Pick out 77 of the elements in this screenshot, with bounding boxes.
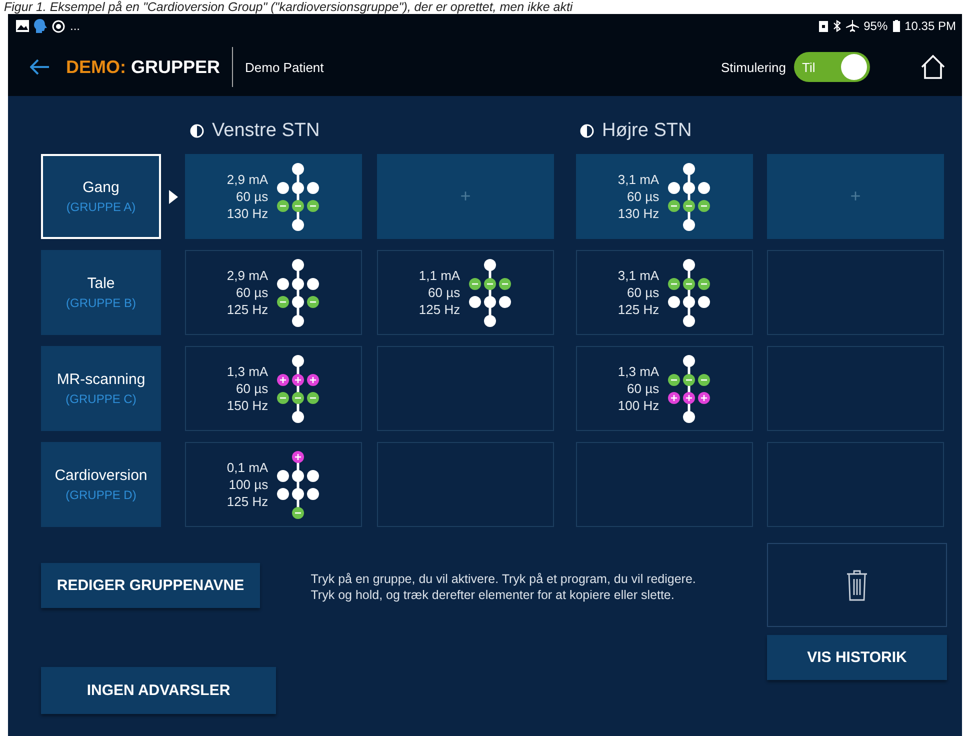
- trash-icon: [846, 569, 868, 601]
- pulse-width-text: 60 µs: [627, 189, 660, 204]
- amplitude-text: 3,1 mA: [618, 172, 660, 187]
- amplitude-text: 0,1 mA: [226, 460, 268, 475]
- screen-title: GRUPPER: [131, 56, 220, 78]
- program-tile[interactable]: 2,9 mA 60 µs 130 Hz: [185, 154, 362, 239]
- empty-program-slot[interactable]: [767, 442, 944, 527]
- rate-text: 130 Hz: [226, 206, 268, 221]
- empty-program-slot[interactable]: [767, 346, 944, 431]
- figure-caption: Figur 1. Eksempel på en "Cardioversion Group" ("kardioversionsgruppe"), der er oprettet, men ikke akti: [3, 0, 574, 14]
- electrode-lead-drawing: [667, 354, 712, 424]
- pulse-width-text: 60 µs: [627, 285, 660, 300]
- program-tile[interactable]: 3,1 mA 60 µs 125 Hz: [576, 250, 753, 335]
- home-icon[interactable]: [920, 54, 946, 80]
- no-warnings-button[interactable]: INGEN ADVARSLER: [41, 667, 276, 714]
- pulse-width-text: 60 µs: [236, 285, 268, 300]
- amplitude-text: 1,3 mA: [226, 364, 268, 379]
- electrode-lead-drawing: [667, 162, 712, 232]
- electrode-lead-drawing: [468, 258, 512, 328]
- rate-text: 125 Hz: [418, 302, 460, 317]
- demo-label: DEMO:: [66, 56, 126, 78]
- group-button[interactable]: Tale (GRUPPE B): [41, 250, 161, 335]
- empty-program-slot[interactable]: [377, 346, 554, 431]
- rename-groups-button[interactable]: REDIGER GRUPPENAVNE: [41, 563, 260, 608]
- program-tile[interactable]: 0,1 mA 100 µs 125 Hz: [185, 442, 362, 527]
- pulse-width-text: 60 µs: [428, 285, 460, 300]
- clock-text: 10.35 PM: [904, 19, 956, 33]
- bluetooth-icon: [832, 20, 841, 32]
- pulse-width-text: 60 µs: [236, 381, 268, 396]
- empty-program-slot[interactable]: [576, 442, 753, 527]
- show-history-button[interactable]: VIS HISTORIK: [767, 635, 947, 680]
- battery-percent-text: 95%: [864, 19, 888, 33]
- amplitude-text: 3,1 mA: [618, 268, 660, 283]
- side-title: Højre STN: [602, 120, 692, 142]
- side-title: Venstre STN: [212, 120, 320, 142]
- more-notifications-text: ...: [70, 19, 80, 33]
- group-button[interactable]: MR-scanning (GRUPPE C): [41, 346, 161, 431]
- program-tile[interactable]: 1,3 mA 60 µs 100 Hz: [576, 346, 753, 431]
- back-arrow-icon[interactable]: [30, 59, 50, 75]
- group-button[interactable]: Gang (GRUPPE A): [41, 154, 161, 239]
- head-icon: [34, 19, 47, 33]
- trash-drop-zone[interactable]: [767, 543, 947, 627]
- airplane-icon: [846, 20, 859, 32]
- empty-program-slot[interactable]: [767, 250, 944, 335]
- rate-text: 125 Hz: [618, 302, 660, 317]
- image-icon: [16, 20, 29, 32]
- rate-text: 150 Hz: [226, 398, 268, 413]
- amplitude-text: 2,9 mA: [226, 268, 268, 283]
- rate-text: 125 Hz: [226, 494, 268, 509]
- electrode-lead-drawing: [276, 258, 320, 328]
- patient-name: Demo Patient: [245, 60, 324, 74]
- rate-text: 100 Hz: [618, 398, 660, 413]
- amplitude-text: 2,9 mA: [226, 172, 268, 187]
- program-tile[interactable]: 3,1 mA 60 µs 130 Hz: [576, 154, 753, 239]
- electrode-lead-drawing: [667, 258, 712, 328]
- rate-text: 130 Hz: [618, 206, 660, 221]
- program-tile[interactable]: 2,9 mA 60 µs 125 Hz: [185, 250, 362, 335]
- pulse-width-text: 60 µs: [236, 189, 268, 204]
- amplitude-text: 1,3 mA: [618, 364, 660, 379]
- pulse-width-text: 60 µs: [627, 381, 660, 396]
- rate-text: 125 Hz: [226, 302, 268, 317]
- amplitude-text: 1,1 mA: [418, 268, 460, 283]
- half-circle-icon: [580, 124, 594, 138]
- electrode-lead-drawing: [276, 162, 320, 232]
- group-button[interactable]: Cardioversion (GRUPPE D): [41, 442, 161, 527]
- battery-saver-icon: [818, 20, 828, 32]
- program-tile[interactable]: 1,3 mA 60 µs 150 Hz: [185, 346, 362, 431]
- stimulation-label: Stimulering: [720, 60, 786, 74]
- circle-icon: [52, 20, 65, 32]
- half-circle-icon: [190, 124, 204, 138]
- instructions-text: Tryk på en gruppe, du vil aktivere. Tryk på et program, du vil redigere. Tryk og hold, og træk derefter elementer for at kopiere eller slette.: [310, 571, 697, 604]
- empty-program-slot[interactable]: [377, 442, 554, 527]
- electrode-lead-drawing: [276, 354, 320, 424]
- electrode-lead-drawing: [276, 450, 320, 520]
- pulse-width-text: 100 µs: [228, 477, 268, 492]
- program-tile[interactable]: 1,1 mA 60 µs 125 Hz: [377, 250, 554, 335]
- battery-icon: [892, 20, 900, 32]
